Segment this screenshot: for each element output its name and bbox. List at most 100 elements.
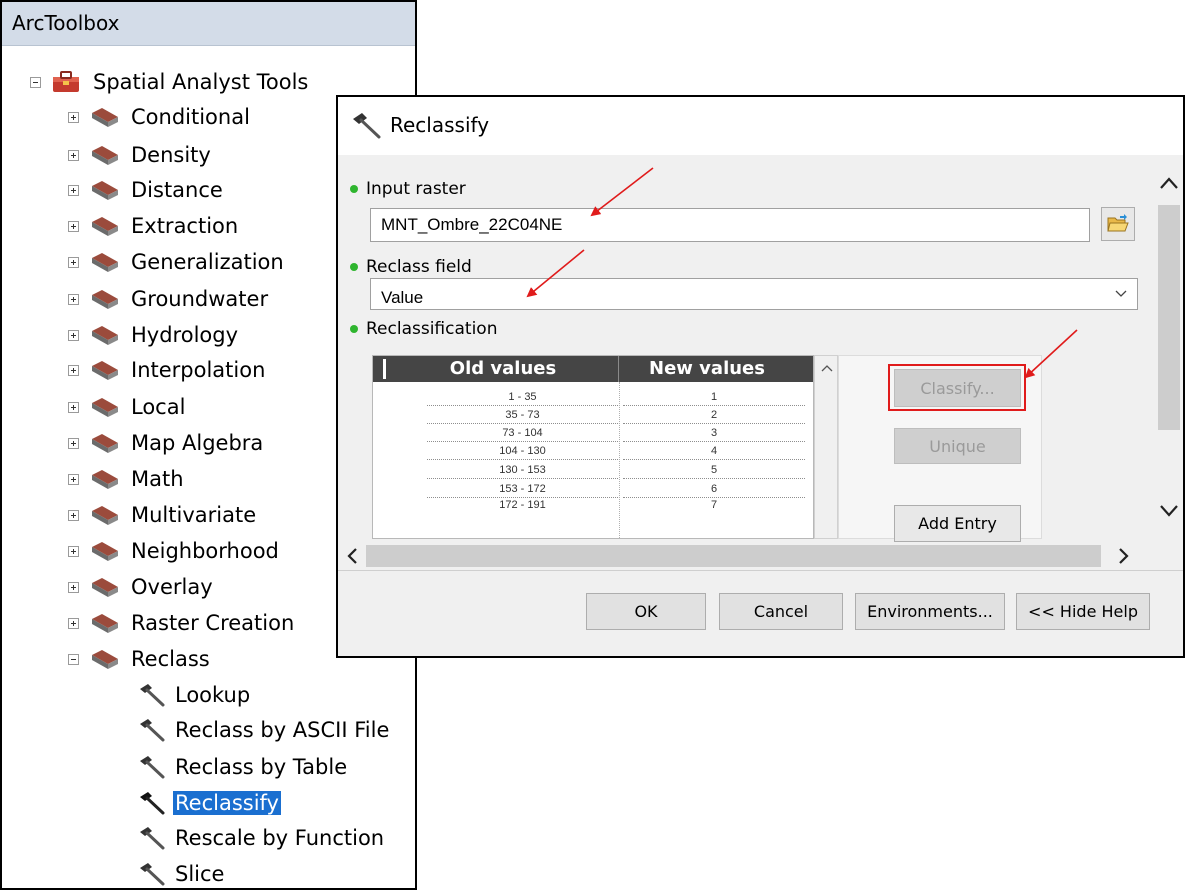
new-value-cell[interactable]: 6 <box>623 481 805 498</box>
row-separator <box>623 478 805 479</box>
new-value-cell[interactable]: 2 <box>623 407 805 424</box>
chevron-down-icon[interactable] <box>1160 505 1178 517</box>
tree-item-raster-creation[interactable]: Raster Creation <box>68 607 296 639</box>
tree-item-density[interactable]: Density <box>68 139 213 171</box>
expand-icon[interactable] <box>68 617 79 629</box>
tree-item-lookup[interactable]: Lookup <box>137 679 252 711</box>
expand-icon[interactable] <box>68 293 79 305</box>
new-value-cell[interactable]: 4 <box>623 443 805 460</box>
tree-item-slice[interactable]: Slice <box>137 858 226 888</box>
tree-item-neighborhood[interactable]: Neighborhood <box>68 535 281 567</box>
tree-item-extraction[interactable]: Extraction <box>68 210 240 242</box>
tree-item-reclass[interactable]: Reclass <box>68 643 212 675</box>
tree-item-label: Reclass by ASCII File <box>175 718 390 742</box>
reclassify-dialog: Reclassify Input raster MNT_Ombre_22C04N… <box>336 95 1185 658</box>
tree-item-conditional[interactable]: Conditional <box>68 101 252 133</box>
ok-button[interactable]: OK <box>586 593 706 630</box>
collapse-icon[interactable] <box>30 76 41 88</box>
horizontal-scrollbar[interactable] <box>338 542 1150 570</box>
reclass-field-select[interactable]: Value <box>370 278 1138 310</box>
row-separator <box>427 441 618 442</box>
required-dot-icon <box>350 325 358 333</box>
expand-icon[interactable] <box>68 184 79 196</box>
table-row[interactable]: 1 - 35 1 <box>373 389 813 406</box>
old-value-cell[interactable]: 104 - 130 <box>427 443 618 460</box>
column-header-new-values[interactable]: New values <box>619 356 795 382</box>
expand-icon[interactable] <box>68 473 79 485</box>
expand-icon[interactable] <box>68 401 79 413</box>
tree-item-multivariate[interactable]: Multivariate <box>68 499 258 531</box>
dialog-titlebar[interactable]: Reclassify <box>338 97 1183 155</box>
chevron-left-icon[interactable] <box>346 548 358 564</box>
expand-icon[interactable] <box>68 256 79 268</box>
reclass-field-value: Value <box>381 288 424 307</box>
dialog-scroll-thumb[interactable] <box>1158 205 1180 430</box>
table-scrollbar[interactable] <box>814 355 838 539</box>
arctoolbox-title: ArcToolbox <box>2 2 415 46</box>
old-value-cell[interactable]: 73 - 104 <box>427 425 618 442</box>
expand-icon[interactable] <box>68 329 79 341</box>
new-value-cell[interactable]: 3 <box>623 425 805 442</box>
expand-icon[interactable] <box>68 509 79 521</box>
chevron-up-icon[interactable] <box>821 364 833 372</box>
table-row[interactable]: 172 - 191 7 <box>373 497 813 514</box>
table-row[interactable]: 153 - 172 6 <box>373 481 813 498</box>
tree-item-label: Generalization <box>131 250 284 274</box>
expand-icon[interactable] <box>68 581 79 593</box>
column-header-old-values[interactable]: Old values <box>389 356 617 382</box>
tree-item-rescale-by-function[interactable]: Rescale by Function <box>137 822 386 854</box>
table-row[interactable]: 73 - 104 3 <box>373 425 813 442</box>
table-row[interactable]: 35 - 73 2 <box>373 407 813 424</box>
old-value-cell[interactable]: 153 - 172 <box>427 481 618 498</box>
chevron-right-icon[interactable] <box>1118 548 1130 564</box>
tree-item-overlay[interactable]: Overlay <box>68 571 215 603</box>
tree-item-distance[interactable]: Distance <box>68 174 225 206</box>
expand-icon[interactable] <box>68 149 79 161</box>
tree-item-label: Interpolation <box>131 358 266 382</box>
old-value-cell[interactable]: 130 - 153 <box>427 462 618 479</box>
expand-icon[interactable] <box>68 220 79 232</box>
browse-button[interactable] <box>1101 207 1135 241</box>
tree-item-hydrology[interactable]: Hydrology <box>68 319 240 351</box>
tree-item-local[interactable]: Local <box>68 391 187 423</box>
hide-help-button[interactable]: << Hide Help <box>1016 593 1150 630</box>
old-value-cell[interactable]: 1 - 35 <box>427 389 618 406</box>
tree-item-interpolation[interactable]: Interpolation <box>68 354 267 386</box>
expand-icon[interactable] <box>68 111 79 123</box>
input-raster-field[interactable]: MNT_Ombre_22C04NE <box>370 208 1090 242</box>
tree-item-spatial-analyst-tools[interactable]: Spatial Analyst Tools <box>30 66 310 98</box>
tree-item-reclassify[interactable]: Reclassify <box>137 787 281 819</box>
new-value-cell[interactable]: 7 <box>623 497 805 514</box>
old-value-cell[interactable]: 35 - 73 <box>427 407 618 424</box>
environments-button[interactable]: Environments... <box>855 593 1005 630</box>
dialog-scrollbar[interactable] <box>1153 155 1183 570</box>
table-row[interactable]: 104 - 130 4 <box>373 443 813 460</box>
tree-item-math[interactable]: Math <box>68 463 186 495</box>
tree-item-generalization[interactable]: Generalization <box>68 246 286 278</box>
horizontal-scroll-thumb[interactable] <box>366 545 1101 567</box>
table-row[interactable]: 130 - 153 5 <box>373 462 813 479</box>
expand-icon[interactable] <box>68 364 79 376</box>
unique-button[interactable]: Unique <box>894 428 1021 464</box>
new-value-cell[interactable]: 1 <box>623 389 805 406</box>
input-raster-label-text: Input raster <box>366 179 466 199</box>
tree-item-label: Reclass <box>131 647 210 671</box>
tree-item-reclass-by-ascii-file[interactable]: Reclass by ASCII File <box>137 714 391 746</box>
tree-item-label: Density <box>131 143 211 167</box>
old-value-cell[interactable]: 172 - 191 <box>427 497 618 514</box>
tree-item-map-algebra[interactable]: Map Algebra <box>68 427 265 459</box>
row-separator <box>623 423 805 424</box>
expand-icon[interactable] <box>68 545 79 557</box>
tree-item-reclass-by-table[interactable]: Reclass by Table <box>137 751 349 783</box>
tree-item-label: Local <box>131 395 186 419</box>
chevron-down-icon[interactable] <box>1115 290 1127 298</box>
collapse-icon[interactable] <box>68 653 79 665</box>
cancel-button[interactable]: Cancel <box>719 593 843 630</box>
reclass-table[interactable]: Old values New values 1 - 35 1 35 - 73 2… <box>372 355 814 539</box>
tree-item-groundwater[interactable]: Groundwater <box>68 283 270 315</box>
add-entry-button[interactable]: Add Entry <box>894 505 1021 542</box>
expand-icon[interactable] <box>68 437 79 449</box>
reclass-field-label: Reclass field <box>350 257 472 277</box>
chevron-up-icon[interactable] <box>1160 177 1178 189</box>
new-value-cell[interactable]: 5 <box>623 462 805 479</box>
